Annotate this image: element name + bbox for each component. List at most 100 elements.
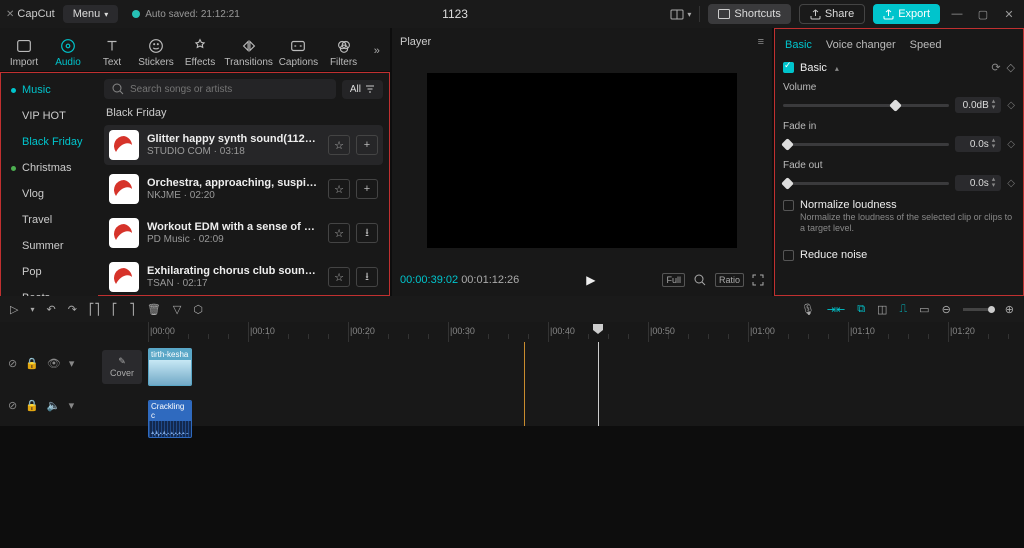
track-row[interactable]: Glitter happy synth sound(112170)STUDIO …	[104, 125, 383, 165]
tab-transitions[interactable]: Transitions	[224, 34, 273, 68]
link-icon[interactable]: ⧉	[857, 303, 865, 316]
window-minimize[interactable]: —	[948, 8, 966, 20]
shortcuts-button[interactable]: Shortcuts	[708, 4, 790, 24]
cat-vlog[interactable]: Vlog	[1, 181, 98, 207]
prop-tab-speed[interactable]: Speed	[910, 39, 942, 51]
player-menu-icon[interactable]: ≡	[758, 36, 764, 48]
fav-button[interactable]: ☆	[328, 179, 350, 199]
fadeout-slider[interactable]	[783, 182, 949, 185]
snap-icon[interactable]: ⇥⇤	[827, 303, 845, 316]
split-right-icon[interactable]: ⎤	[129, 303, 135, 316]
download-button[interactable]: ⭳	[356, 223, 378, 243]
track-row[interactable]: Workout EDM with a sense of speed(101...…	[104, 213, 383, 253]
tabs-more[interactable]: »	[368, 45, 386, 57]
search-input-wrap[interactable]	[104, 79, 336, 99]
fav-button[interactable]: ☆	[328, 267, 350, 287]
tab-audio[interactable]: Audio	[48, 34, 88, 68]
fadein-value[interactable]: 0.0s▴▾	[955, 136, 1001, 152]
add-button[interactable]: +	[356, 179, 378, 199]
tab-effects[interactable]: Effects	[180, 34, 220, 68]
cursor-line	[524, 342, 525, 426]
reduce-noise-checkbox[interactable]	[783, 250, 794, 261]
audio-clip[interactable]: Crackling c	[148, 400, 192, 438]
mic-icon[interactable]: 🎙	[801, 303, 815, 316]
video-clip[interactable]: tirth-kesha	[148, 348, 192, 386]
tab-filters[interactable]: Filters	[324, 34, 364, 68]
cat-travel[interactable]: Travel	[1, 207, 98, 233]
window-close[interactable]: ✕	[1000, 8, 1018, 21]
search-input[interactable]	[130, 84, 328, 95]
keyframe-icon[interactable]: ◇	[1007, 61, 1015, 74]
menu-button[interactable]: Menu	[63, 5, 119, 23]
tab-text[interactable]: Text	[92, 34, 132, 68]
cat-pop[interactable]: Pop	[1, 259, 98, 285]
keyframe-icon[interactable]: ◇	[1007, 139, 1015, 150]
cover-button[interactable]: ✎Cover	[102, 350, 142, 384]
prop-tab-basic[interactable]: Basic	[785, 39, 812, 51]
cat-black-friday[interactable]: Black Friday	[1, 129, 98, 155]
prop-tab-voice[interactable]: Voice changer	[826, 39, 896, 51]
marker-icon[interactable]: ▽	[173, 303, 181, 316]
tab-captions[interactable]: Captions	[277, 34, 319, 68]
zoom-out-icon[interactable]: ⊖	[942, 303, 951, 316]
select-tool-icon[interactable]: ▷	[10, 303, 18, 316]
export-button[interactable]: Export	[873, 4, 940, 24]
timecode: 00:00:39:02 00:01:12:26	[400, 274, 519, 286]
normalize-checkbox[interactable]	[783, 200, 794, 211]
volume-value[interactable]: 0.0dB▴▾	[955, 97, 1001, 113]
fullscreen-icon[interactable]	[752, 274, 764, 286]
reset-icon[interactable]: ⟳	[991, 61, 1000, 74]
filter-all[interactable]: All	[342, 80, 383, 99]
playhead-line[interactable]	[598, 342, 599, 426]
basic-check-icon[interactable]	[783, 62, 794, 73]
lane-lock-icon[interactable]: 🔒	[25, 399, 39, 412]
shield-icon[interactable]: ⬡	[193, 303, 203, 316]
tab-stickers[interactable]: Stickers	[136, 34, 176, 68]
track-cover	[109, 130, 139, 160]
player-viewport[interactable]	[427, 73, 737, 248]
window-maximize[interactable]: ▢	[974, 8, 992, 21]
share-button[interactable]: Share	[799, 4, 865, 24]
preview-icon[interactable]: ▭	[919, 303, 929, 316]
cat-viphot[interactable]: VIP HOT	[1, 103, 98, 129]
play-button[interactable]: ▶	[529, 273, 652, 287]
keyframe-icon[interactable]: ◇	[1007, 178, 1015, 189]
track-row[interactable]: Exhilarating chorus club sound CM imag..…	[104, 257, 383, 296]
lane-lock-icon[interactable]: 🔒	[25, 357, 39, 370]
fadeout-value[interactable]: 0.0s▴▾	[955, 175, 1001, 191]
split-icon[interactable]: ⎡⎤	[89, 303, 100, 316]
zoom-icon[interactable]	[693, 273, 707, 287]
playhead-handle[interactable]	[593, 324, 603, 334]
cat-summer[interactable]: Summer	[1, 233, 98, 259]
redo-icon[interactable]: ↷	[68, 303, 77, 316]
fav-button[interactable]: ☆	[328, 223, 350, 243]
lane-eye-icon[interactable]: 👁	[47, 357, 61, 370]
full-toggle[interactable]: Full	[662, 273, 685, 287]
split-left-icon[interactable]: ⎡	[112, 303, 118, 316]
keyframe-icon[interactable]: ◇	[1007, 100, 1015, 111]
cat-christmas[interactable]: Christmas	[1, 155, 98, 181]
timeline-ruler[interactable]: |00:00|00:10|00:20|00:30|00:40|00:50|01:…	[0, 322, 1024, 342]
ratio-toggle[interactable]: Ratio	[715, 273, 744, 287]
zoom-slider[interactable]	[963, 308, 993, 311]
zoom-in-icon[interactable]: ⊕	[1005, 303, 1014, 316]
reduce-noise-title: Reduce noise	[800, 249, 1015, 261]
delete-icon[interactable]: 🗑	[147, 303, 161, 316]
tab-import[interactable]: Import	[4, 34, 44, 68]
fav-button[interactable]: ☆	[328, 135, 350, 155]
track-row[interactable]: Orchestra, approaching, suspicious, esca…	[104, 169, 383, 209]
lane-toggle-icon[interactable]: ⊘	[8, 357, 17, 370]
cat-beats[interactable]: Beats	[1, 285, 98, 296]
undo-icon[interactable]: ↶	[46, 303, 55, 316]
fadein-slider[interactable]	[783, 143, 949, 146]
add-button[interactable]: +	[356, 135, 378, 155]
cat-music[interactable]: Music	[1, 77, 98, 103]
volume-slider[interactable]	[783, 104, 949, 107]
filter-icon	[365, 84, 375, 94]
magnet-icon[interactable]: ⎍	[899, 303, 907, 316]
lane-mute-icon[interactable]: 🔈	[47, 399, 61, 412]
track-icon[interactable]: ◫	[877, 303, 887, 316]
lane-toggle-icon[interactable]: ⊘	[8, 399, 17, 412]
layout-toggle[interactable]	[670, 9, 691, 20]
download-button[interactable]: ⭳	[356, 267, 378, 287]
